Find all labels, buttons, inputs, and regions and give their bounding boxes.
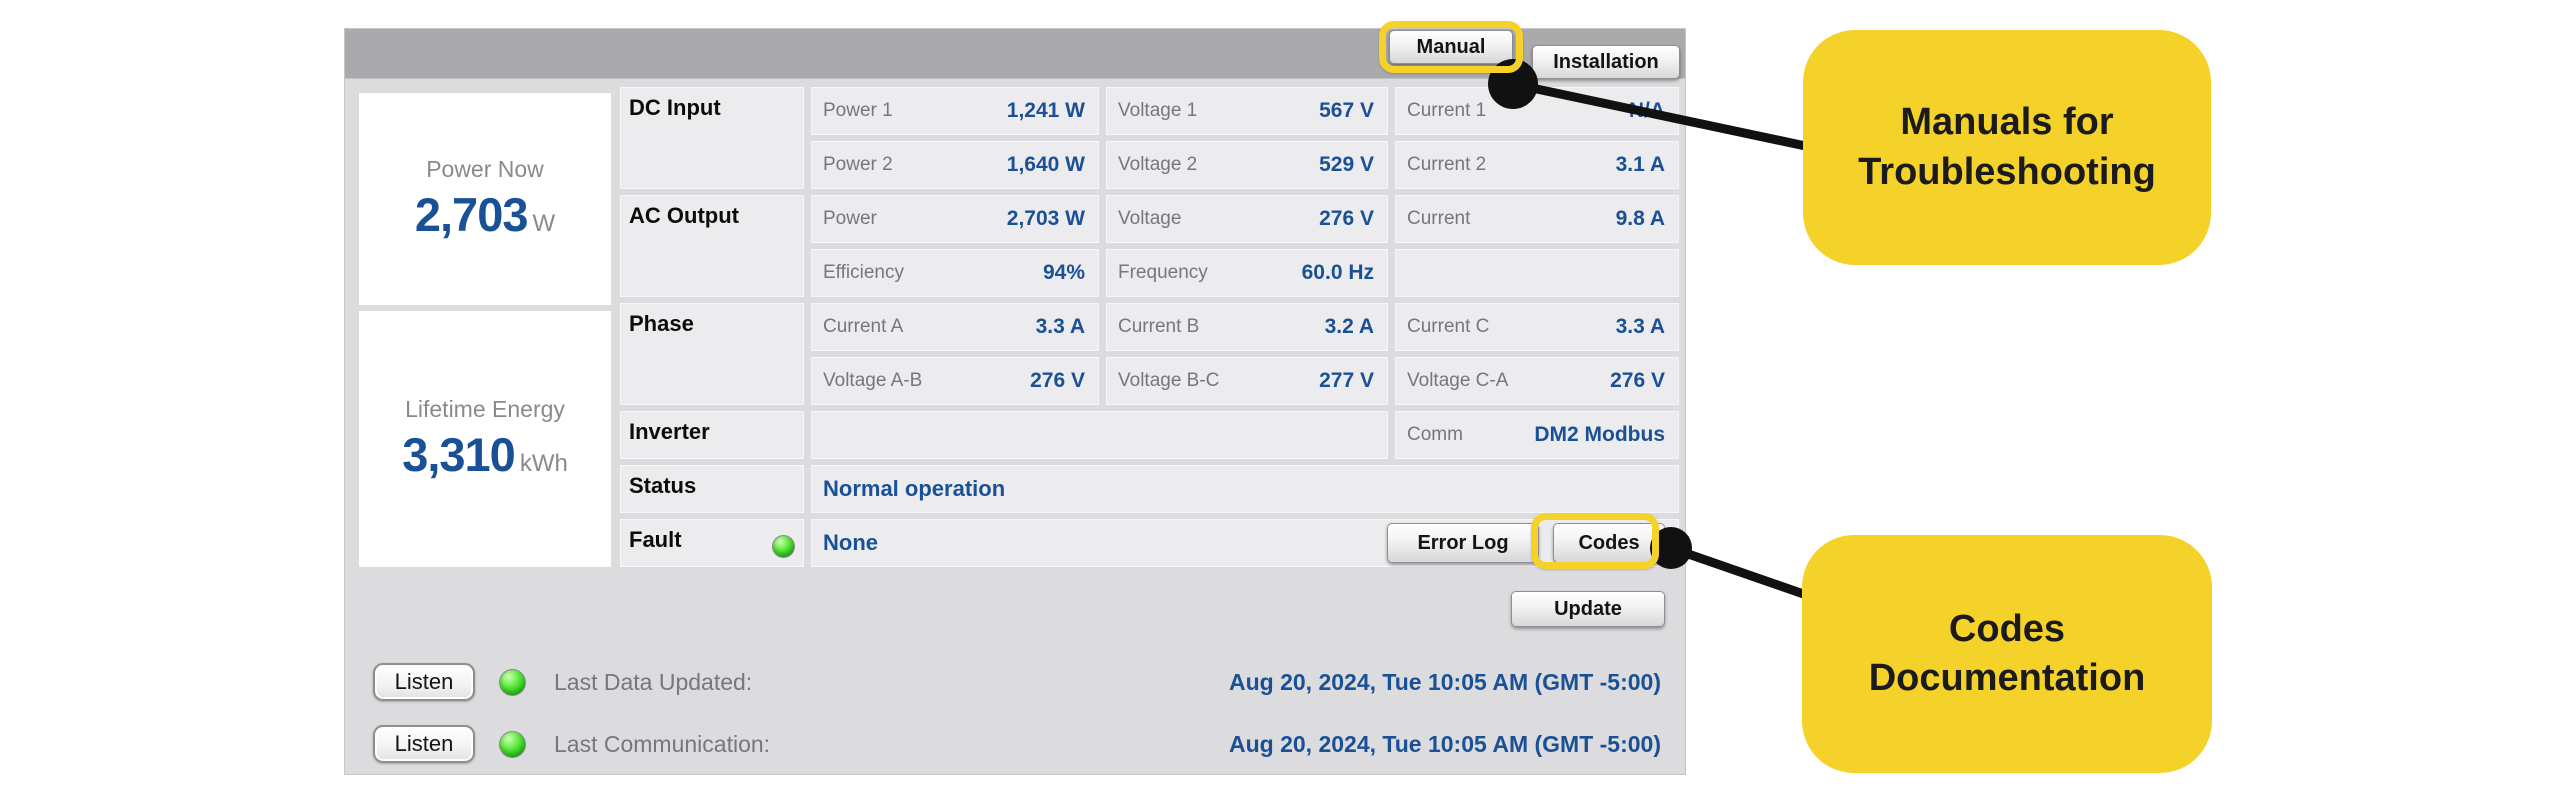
current1-value: N/A: [1628, 99, 1665, 122]
current-a-value: 3.3 A: [1035, 315, 1085, 338]
inverter-monitor-panel: Power Now 2,703 W Lifetime Energy 3,310 …: [344, 28, 1686, 775]
cell-empty-inverter: [811, 411, 1388, 459]
comm-green-led-indicator: [499, 730, 526, 758]
voltage-bc-label: Voltage B-C: [1118, 370, 1220, 391]
cell-voltage-bc: Voltage B-C 277 V: [1106, 357, 1388, 405]
voltage-ca-value: 276 V: [1610, 369, 1665, 392]
power2-value: 1,640 W: [1006, 153, 1085, 176]
cell-fault: None Error Log Codes: [811, 519, 1679, 567]
codes-button[interactable]: Codes: [1553, 523, 1665, 563]
efficiency-value: 94%: [1042, 261, 1085, 284]
cell-current-b: Current B 3.2 A: [1106, 303, 1388, 351]
power1-value: 1,241 W: [1006, 99, 1085, 122]
screenshot-canvas: Power Now 2,703 W Lifetime Energy 3,310 …: [0, 0, 2552, 808]
voltage2-value: 529 V: [1319, 153, 1374, 176]
codes-documentation-callout: Codes Documentation: [1802, 535, 2212, 773]
current1-label: Current 1: [1407, 100, 1487, 121]
current-c-value: 3.3 A: [1615, 315, 1665, 338]
metrics-table: DC Input Power 1 1,241 W Voltage 1 567 V…: [620, 87, 1679, 567]
comm-label: Comm: [1407, 424, 1463, 445]
section-inverter: Inverter: [620, 411, 804, 459]
cell-power1: Power 1 1,241 W: [811, 87, 1099, 135]
installation-button[interactable]: Installation: [1532, 45, 1680, 79]
current2-value: 3.1 A: [1615, 153, 1665, 176]
last-communication-timestamp: Aug 20, 2024, Tue 10:05 AM (GMT -5:00): [1228, 730, 1661, 757]
power1-label: Power 1: [823, 100, 893, 121]
cell-power2: Power 2 1,640 W: [811, 141, 1099, 189]
power-now-box: Power Now 2,703 W: [359, 93, 611, 305]
error-log-button[interactable]: Error Log: [1387, 523, 1539, 563]
cell-current2: Current 2 3.1 A: [1395, 141, 1679, 189]
last-data-updated-label: Last Data Updated:: [554, 668, 753, 695]
ac-current-label: Current: [1407, 208, 1471, 229]
last-data-updated-row: Listen Last Data Updated: Aug 20, 2024, …: [373, 663, 1661, 701]
power2-label: Power 2: [823, 154, 893, 175]
lifetime-energy-box: Lifetime Energy 3,310 kWh: [359, 311, 611, 567]
cell-ac-current: Current 9.8 A: [1395, 195, 1679, 243]
last-communication-row: Listen Last Communication: Aug 20, 2024,…: [373, 725, 1661, 763]
ac-voltage-value: 276 V: [1319, 207, 1374, 230]
status-value: Normal operation: [823, 476, 1006, 501]
ac-current-value: 9.8 A: [1615, 207, 1665, 230]
section-fault: Fault: [620, 519, 804, 567]
section-phase: Phase: [620, 303, 804, 405]
fault-value: None: [823, 530, 878, 555]
power-now-value: 2,703: [414, 188, 529, 241]
cell-ac-power: Power 2,703 W: [811, 195, 1099, 243]
efficiency-label: Efficiency: [823, 262, 904, 283]
current-a-label: Current A: [823, 316, 904, 337]
data-green-led-indicator: [499, 668, 526, 696]
voltage-ca-label: Voltage C-A: [1407, 370, 1509, 391]
comm-value: DM2 Modbus: [1534, 423, 1665, 446]
lifetime-energy-unit: kWh: [519, 450, 568, 477]
cell-efficiency: Efficiency 94%: [811, 249, 1099, 297]
lifetime-energy-label: Lifetime Energy: [405, 396, 565, 422]
section-ac-output: AC Output: [620, 195, 804, 297]
fault-green-led-indicator: [772, 535, 795, 558]
frequency-label: Frequency: [1118, 262, 1208, 283]
manuals-troubleshooting-callout: Manuals for Troubleshooting: [1803, 30, 2211, 265]
voltage-ab-label: Voltage A-B: [823, 370, 923, 391]
cell-voltage1: Voltage 1 567 V: [1106, 87, 1388, 135]
section-dc-input: DC Input: [620, 87, 804, 189]
power-now-label: Power Now: [426, 156, 544, 182]
cell-ac-voltage: Voltage 276 V: [1106, 195, 1388, 243]
cell-frequency: Frequency 60.0 Hz: [1106, 249, 1388, 297]
current-b-label: Current B: [1118, 316, 1200, 337]
cell-voltage-ca: Voltage C-A 276 V: [1395, 357, 1679, 405]
listen-data-button[interactable]: Listen: [373, 663, 475, 701]
fault-label: Fault: [629, 527, 682, 552]
listen-comm-button[interactable]: Listen: [373, 725, 475, 763]
voltage1-label: Voltage 1: [1118, 100, 1198, 121]
last-data-updated-timestamp: Aug 20, 2024, Tue 10:05 AM (GMT -5:00): [1228, 668, 1661, 695]
current2-label: Current 2: [1407, 154, 1487, 175]
voltage-ab-value: 276 V: [1030, 369, 1085, 392]
lifetime-energy-value: 3,310: [402, 428, 516, 481]
cell-current-c: Current C 3.3 A: [1395, 303, 1679, 351]
cell-empty-ac: [1395, 249, 1679, 297]
cell-comm: Comm DM2 Modbus: [1395, 411, 1679, 459]
section-status: Status: [620, 465, 804, 513]
codes-callout-line: [1666, 543, 1820, 603]
current-c-label: Current C: [1407, 316, 1490, 337]
ac-power-label: Power: [823, 208, 877, 229]
cell-status: Normal operation: [811, 465, 1679, 513]
voltage2-label: Voltage 2: [1118, 154, 1198, 175]
cell-voltage2: Voltage 2 529 V: [1106, 141, 1388, 189]
cell-voltage-ab: Voltage A-B 276 V: [811, 357, 1099, 405]
voltage-bc-value: 277 V: [1319, 369, 1374, 392]
voltage1-value: 567 V: [1319, 99, 1374, 122]
update-button[interactable]: Update: [1511, 591, 1665, 627]
cell-current1: Current 1 N/A: [1395, 87, 1679, 135]
last-communication-label: Last Communication:: [554, 730, 771, 757]
cell-current-a: Current A 3.3 A: [811, 303, 1099, 351]
current-b-value: 3.2 A: [1324, 315, 1374, 338]
ac-voltage-label: Voltage: [1118, 208, 1182, 229]
power-now-unit: W: [532, 210, 556, 237]
ac-power-value: 2,703 W: [1006, 207, 1085, 230]
frequency-value: 60.0 Hz: [1301, 261, 1374, 284]
manual-button[interactable]: Manual: [1389, 30, 1513, 64]
